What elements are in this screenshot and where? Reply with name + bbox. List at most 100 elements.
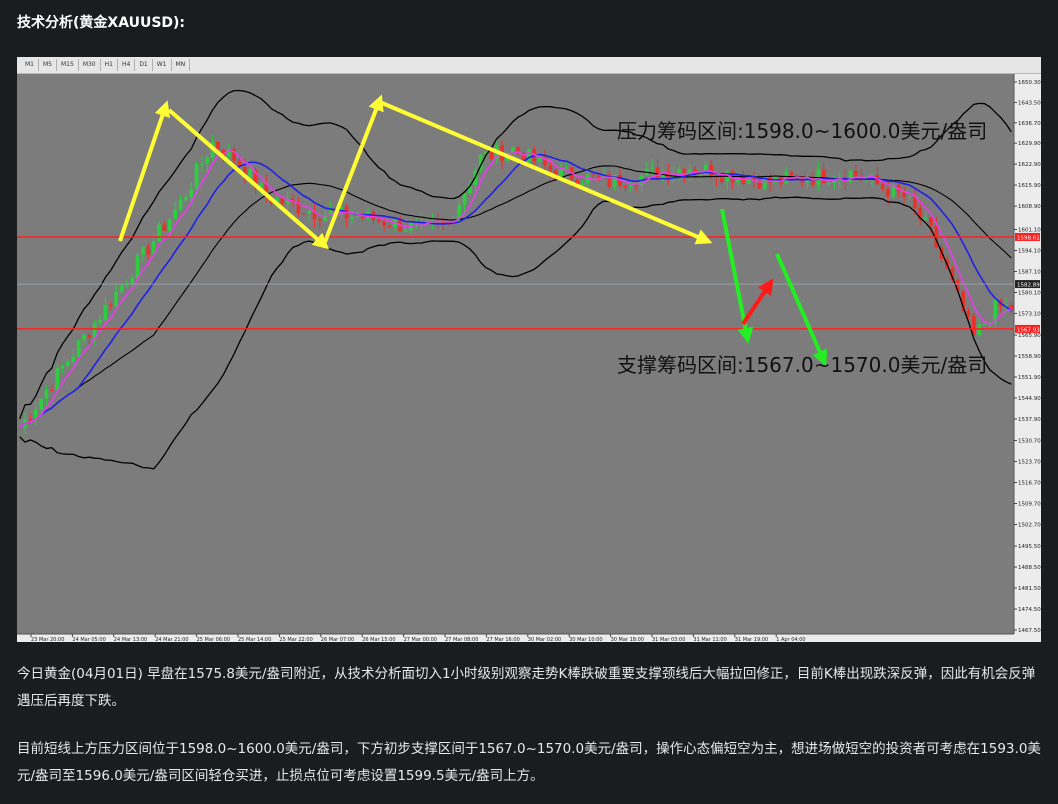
- candle-body: [977, 324, 982, 336]
- candle-body: [141, 246, 145, 255]
- resistance-annotation: 压力筹码区间:1598.0~1600.0美元/盎司: [617, 119, 987, 143]
- candle-body: [194, 164, 199, 189]
- candle-body: [146, 246, 151, 255]
- current-price-tag-label: 1582.89: [1017, 283, 1040, 289]
- candle-body: [714, 177, 719, 179]
- time-tick-label: 1 Apr 04:00: [776, 637, 805, 642]
- candle-body: [403, 230, 408, 232]
- candle-body: [923, 217, 928, 220]
- price-tick-label: 1495.50: [1018, 544, 1041, 550]
- price-tick-label: 1594.10: [1018, 248, 1041, 254]
- candle-body: [628, 185, 633, 188]
- candle-body: [135, 254, 140, 279]
- price-tick-label: 1467.50: [1018, 628, 1041, 634]
- candle-body: [183, 196, 188, 200]
- candle-body: [280, 198, 285, 204]
- analysis-paragraph-1: 今日黄金(04月01日) 早盘在1575.8美元/盎司附近，从技术分析面切入1小…: [17, 666, 1036, 709]
- timeframe-button-h4[interactable]: H4: [118, 59, 136, 71]
- time-tick-label: 27 Mar 08:00: [445, 637, 478, 642]
- time-tick-label: 27 Mar 16:00: [486, 637, 519, 642]
- candle-body: [98, 319, 102, 323]
- support-price-tag-label: 1567.93: [1017, 327, 1040, 333]
- price-tick-label: 1558.90: [1018, 354, 1041, 360]
- time-tick-label: 25 Mar 06:00: [197, 637, 230, 642]
- candle-body: [130, 278, 135, 284]
- candle-body: [167, 219, 172, 231]
- price-tick-label: 1636.70: [1018, 121, 1041, 127]
- timeframe-button-m15[interactable]: M15: [57, 59, 79, 71]
- price-tick-label: 1650.30: [1018, 80, 1041, 86]
- candle-body: [929, 217, 933, 226]
- candle-body: [317, 219, 322, 221]
- candle-body: [173, 209, 178, 220]
- time-tick-label: 23 Mar 20:00: [31, 637, 64, 642]
- candle-body: [677, 169, 681, 174]
- candle-body: [811, 180, 815, 185]
- price-tick-label: 1608.90: [1018, 204, 1041, 210]
- price-tick-label: 1502.70: [1018, 522, 1041, 528]
- time-tick-label: 26 Mar 07:00: [321, 637, 354, 642]
- price-tick-label: 1622.90: [1018, 162, 1041, 168]
- price-tick-label: 1601.10: [1018, 227, 1041, 233]
- candle-body: [162, 224, 167, 231]
- candle-body: [376, 219, 381, 222]
- time-tick-label: 24 Mar 13:00: [114, 637, 147, 642]
- time-tick-label: 27 Mar 00:00: [404, 637, 437, 642]
- candle-body: [328, 210, 333, 215]
- price-chart[interactable]: M1 M5 M15 M30 H1 H4 D1 W1 MN 1650.30 1643…: [17, 57, 1041, 642]
- timeframe-button-w1[interactable]: W1: [153, 59, 172, 71]
- candle-body: [821, 169, 826, 184]
- price-tick-label: 1573.10: [1018, 311, 1041, 317]
- candle-body: [49, 390, 54, 392]
- candle-body: [880, 184, 885, 189]
- candle-body: [157, 224, 161, 242]
- candle-body: [76, 340, 81, 357]
- candle-body: [114, 291, 119, 307]
- candle-body: [44, 390, 49, 399]
- candle-body: [355, 216, 360, 218]
- resistance-price-tag-label: 1598.61: [1017, 235, 1040, 241]
- price-tick-label: 1488.50: [1018, 565, 1041, 571]
- candle-body: [301, 213, 306, 215]
- support-annotation: 支撑筹码区间:1567.0~1570.0美元/盎司: [617, 353, 987, 377]
- candle-body: [387, 225, 392, 228]
- time-tick-label: 30 Mar 02:00: [528, 637, 561, 642]
- candle-body: [216, 142, 220, 150]
- candle-body: [28, 419, 33, 421]
- time-tick-label: 31 Mar 19:00: [735, 637, 768, 642]
- time-tick-label: 24 Mar 21:00: [155, 637, 188, 642]
- candle-body: [360, 216, 365, 219]
- candle-body: [425, 220, 429, 222]
- price-tick-label: 1615.90: [1018, 183, 1041, 189]
- candle-body: [350, 217, 354, 219]
- time-tick-label: 25 Mar 22:00: [279, 637, 312, 642]
- candle-body: [87, 334, 92, 338]
- price-tick-label: 1523.70: [1018, 460, 1041, 466]
- candle-body: [108, 304, 113, 307]
- timeframe-button-mn[interactable]: MN: [172, 59, 191, 71]
- timeframe-button-h1[interactable]: H1: [101, 59, 118, 71]
- candle-body: [527, 149, 531, 163]
- candle-body: [462, 193, 467, 205]
- price-tick-label: 1544.90: [1018, 396, 1041, 402]
- timeframe-button-m5[interactable]: M5: [39, 59, 57, 71]
- price-tick-label: 1530.70: [1018, 439, 1041, 445]
- candle-body: [596, 175, 601, 178]
- price-tick-label: 1643.50: [1018, 100, 1041, 106]
- candle-body: [307, 211, 312, 214]
- candle-body: [82, 334, 86, 341]
- candle-body: [205, 157, 210, 164]
- price-tick-label: 1565.90: [1018, 333, 1041, 339]
- timeframe-button-d1[interactable]: D1: [135, 59, 153, 71]
- timeframe-button-m30[interactable]: M30: [79, 59, 101, 71]
- price-tick-label: 1587.10: [1018, 269, 1041, 275]
- time-tick-label: 31 Mar 11:00: [693, 637, 726, 642]
- candle-body: [853, 171, 858, 177]
- price-tick-label: 1629.90: [1018, 141, 1041, 147]
- candle-body: [634, 185, 638, 187]
- candle-body: [189, 188, 194, 197]
- candle-body: [200, 163, 204, 165]
- price-tick-label: 1537.90: [1018, 417, 1041, 423]
- timeframe-button-m1[interactable]: M1: [21, 59, 39, 71]
- candle-body: [591, 174, 596, 176]
